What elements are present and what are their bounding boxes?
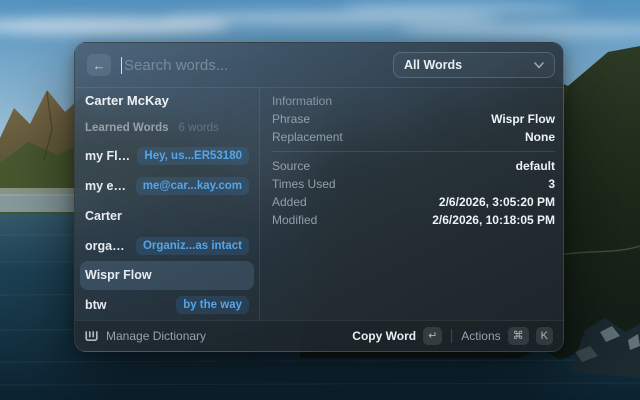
main-content: Carter McKay Learned Words 6 words my Fl… <box>75 88 563 320</box>
item-replacement-badge: Hey, us...ER53180 <box>137 147 249 166</box>
detail-row-phrase: Phrase Wispr Flow <box>272 110 555 128</box>
back-arrow-icon: ← <box>92 57 106 73</box>
item-replacement-badge: me@car...kay.com <box>135 177 249 196</box>
user-name: Carter McKay <box>85 93 169 109</box>
k-key-icon: K <box>535 327 553 345</box>
word-filter-dropdown[interactable]: All Words <box>393 52 555 78</box>
list-item[interactable]: organize th... Organiz...as intact <box>80 231 254 261</box>
command-key-icon: ⌘ <box>507 327 529 345</box>
manage-dictionary-button[interactable]: Manage Dictionary <box>85 329 344 343</box>
list-item-selected[interactable]: Wispr Flow <box>80 260 254 291</box>
detail-label: Times Used <box>272 177 336 191</box>
item-label: my email a... <box>85 179 130 194</box>
desktop: ← All Words Carter McKay Learned Words 6… <box>0 0 640 400</box>
detail-row-modified: Modified 2/6/2026, 10:18:05 PM <box>272 211 555 229</box>
wispr-logo-icon <box>85 330 98 342</box>
list-item[interactable]: my email a... me@car...kay.com <box>80 171 254 201</box>
return-key-icon: ↵ <box>423 327 443 345</box>
item-label: btw <box>85 298 107 313</box>
detail-label: Modified <box>272 213 318 227</box>
item-replacement-badge: Organiz...as intact <box>135 236 249 255</box>
footer-actions: Copy Word ↵ Actions ⌘ K <box>352 327 553 345</box>
item-replacement-badge: by the way <box>176 296 249 315</box>
list-item[interactable]: btw by the way <box>80 290 254 320</box>
detail-row-replacement: Replacement None <box>272 128 555 146</box>
information-title: Information <box>272 94 333 108</box>
copy-word-button[interactable]: Copy Word <box>352 329 416 343</box>
detail-value: 2/6/2026, 10:18:05 PM <box>432 213 555 227</box>
detail-row-source: Source default <box>272 157 555 175</box>
detail-label: Replacement <box>272 130 343 144</box>
search-input[interactable] <box>122 56 393 74</box>
detail-value: Wispr Flow <box>491 112 555 126</box>
footer-divider <box>451 329 453 343</box>
detail-value: None <box>525 130 555 144</box>
item-label: my Flow ref... <box>85 149 131 164</box>
detail-row-added: Added 2/6/2026, 3:05:20 PM <box>272 193 555 211</box>
detail-label: Added <box>272 195 307 209</box>
section-divider <box>272 151 555 152</box>
detail-value: 3 <box>548 177 555 191</box>
learned-words-section-header: Learned Words 6 words <box>80 114 254 142</box>
detail-value: 2/6/2026, 3:05:20 PM <box>438 195 555 209</box>
manage-dictionary-label: Manage Dictionary <box>106 329 207 343</box>
wispr-dictionary-window: ← All Words Carter McKay Learned Words 6… <box>74 42 564 352</box>
detail-row-times-used: Times Used 3 <box>272 175 555 193</box>
actions-button[interactable]: Actions <box>461 329 500 343</box>
section-count: 6 words <box>178 121 219 134</box>
detail-label: Phrase <box>272 112 311 126</box>
footer-bar: Manage Dictionary Copy Word ↵ Actions ⌘ … <box>75 320 563 351</box>
back-button[interactable]: ← <box>87 54 111 76</box>
list-item[interactable]: Carter <box>80 201 254 231</box>
section-label: Learned Words <box>85 121 169 134</box>
detail-value: default <box>515 159 555 173</box>
item-label: Wispr Flow <box>85 268 152 283</box>
information-panel: Information Phrase Wispr Flow Replacemen… <box>260 88 563 320</box>
detail-label: Source <box>272 159 311 173</box>
list-item[interactable]: my Flow ref... Hey, us...ER53180 <box>80 142 254 172</box>
item-label: Carter <box>85 208 122 223</box>
chevron-down-icon <box>534 61 544 69</box>
word-list-panel: Carter McKay Learned Words 6 words my Fl… <box>75 88 260 320</box>
search-bar: ← All Words <box>75 43 563 88</box>
filter-value: All Words <box>404 58 463 72</box>
item-label: organize th... <box>85 238 130 253</box>
